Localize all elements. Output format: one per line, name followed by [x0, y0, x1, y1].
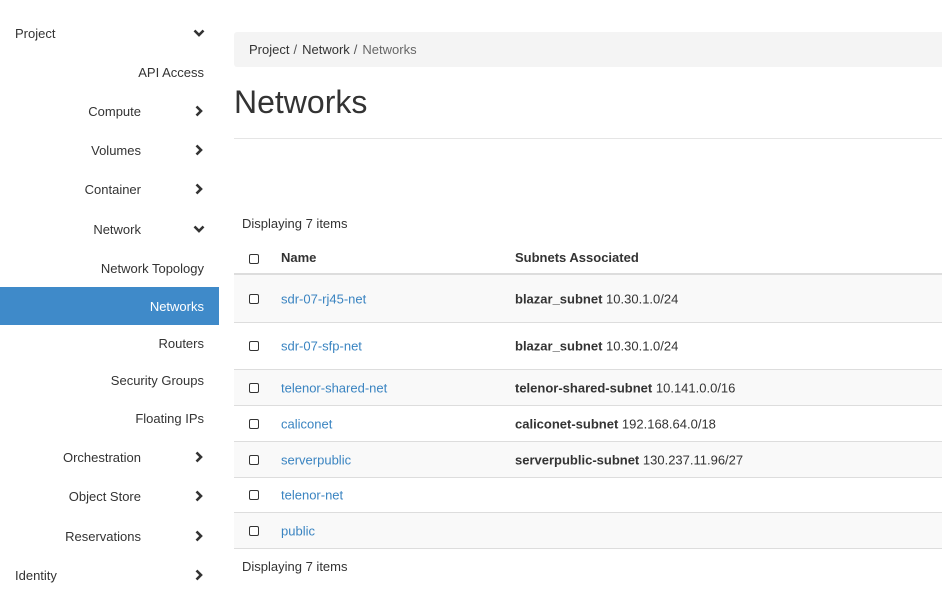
network-name-link[interactable]: caliconet — [281, 416, 332, 431]
sidebar-item-label: Object Store — [68, 488, 141, 504]
sidebar-nav: Project API Access Compute Volumes Conta… — [0, 0, 219, 607]
sidebar-item-object-store[interactable]: Object Store — [0, 477, 219, 515]
sidebar-item-routers[interactable]: Routers — [0, 324, 219, 362]
sidebar-item-label: Reservations — [65, 528, 141, 544]
sidebar-item-label: Volumes — [91, 142, 141, 158]
network-name-link[interactable]: sdr-07-sfp-net — [281, 339, 362, 354]
sidebar-item-label: API Access — [138, 64, 204, 80]
sidebar-item-project[interactable]: Project — [0, 14, 219, 52]
subnet-cell: serverpublic-subnet 130.237.11.96/27 — [515, 452, 743, 467]
breadcrumb: Project / Network / Networks — [234, 32, 942, 67]
sidebar-item-volumes[interactable]: Volumes — [0, 131, 219, 169]
subnet-cell: blazar_subnet 10.30.1.0/24 — [515, 339, 678, 354]
sidebar-item-reservations[interactable]: Reservations — [0, 517, 219, 555]
row-checkbox[interactable] — [249, 490, 259, 500]
subnet-cidr: 10.30.1.0/24 — [606, 291, 679, 306]
networks-table: Name Subnets Associated sdr-07-rj45-net … — [234, 240, 942, 549]
subnet-cidr: 10.30.1.0/24 — [606, 338, 679, 354]
row-checkbox[interactable] — [249, 525, 259, 536]
table-row: sdr-07-sfp-net blazar_subnet 10.30.1.0/2… — [234, 323, 942, 370]
chevron-right-icon — [193, 183, 205, 195]
chevron-right-icon — [193, 105, 205, 117]
breadcrumb-network[interactable]: Network — [302, 42, 350, 57]
table-row: public — [234, 513, 942, 549]
title-divider — [234, 138, 942, 139]
chevron-right-icon — [193, 451, 205, 463]
network-name-link[interactable]: telenor-net — [281, 488, 343, 503]
network-name-link[interactable]: telenor-shared-net — [281, 380, 387, 395]
sidebar-item-label: Routers — [158, 335, 204, 351]
breadcrumb-separator: / — [293, 42, 298, 57]
sidebar-item-label: Security Groups — [110, 372, 204, 388]
subnet-cidr: 192.168.64.0/18 — [621, 416, 716, 431]
item-count-bottom: Displaying 7 items — [242, 559, 348, 574]
sidebar-item-label: Orchestration — [62, 449, 141, 465]
column-header-name[interactable]: Name — [281, 250, 316, 265]
sidebar-item-label: Compute — [88, 103, 141, 119]
sidebar-item-label: Container — [84, 181, 141, 197]
sidebar-item-label: Project — [15, 25, 56, 41]
sidebar-item-label: Identity — [15, 567, 57, 583]
subnet-name: telenor-shared-subnet — [515, 380, 653, 395]
breadcrumb-current: Networks — [362, 42, 417, 57]
item-count-top: Displaying 7 items — [242, 216, 348, 231]
row-checkbox[interactable] — [249, 293, 259, 304]
sidebar-item-floating-ips[interactable]: Floating IPs — [0, 399, 219, 437]
sidebar-item-label: Networks — [149, 298, 204, 314]
breadcrumb-separator: / — [353, 42, 358, 57]
row-checkbox[interactable] — [249, 382, 259, 393]
sidebar-item-network[interactable]: Network — [0, 210, 219, 248]
sidebar-item-label: Network Topology — [100, 260, 204, 276]
column-header-subnets[interactable]: Subnets Associated — [515, 250, 639, 265]
row-checkbox[interactable] — [249, 341, 259, 351]
table-row: serverpublic serverpublic-subnet 130.237… — [234, 442, 942, 478]
subnet-cell: blazar_subnet 10.30.1.0/24 — [515, 291, 678, 306]
breadcrumb-project[interactable]: Project — [249, 42, 289, 57]
sidebar-item-security-groups[interactable]: Security Groups — [0, 361, 219, 399]
table-row: telenor-shared-net telenor-shared-subnet… — [234, 370, 942, 406]
sidebar-item-network-topology[interactable]: Network Topology — [0, 249, 219, 287]
subnet-cidr: 130.237.11.96/27 — [642, 452, 744, 467]
sidebar-item-networks[interactable]: Networks — [0, 287, 219, 325]
sidebar-item-identity[interactable]: Identity — [0, 556, 219, 594]
chevron-right-icon — [193, 144, 205, 156]
sidebar-item-orchestration[interactable]: Orchestration — [0, 438, 219, 476]
select-all-checkbox[interactable] — [249, 254, 259, 264]
subnet-cell: telenor-shared-subnet 10.141.0.0/16 — [515, 380, 735, 395]
chevron-right-icon — [193, 490, 205, 502]
sidebar-item-container[interactable]: Container — [0, 170, 219, 208]
chevron-down-icon — [193, 223, 205, 235]
page-title: Networks — [234, 84, 368, 120]
subnet-cidr: 10.141.0.0/16 — [655, 380, 736, 395]
row-checkbox[interactable] — [249, 454, 259, 465]
subnet-cell: caliconet-subnet 192.168.64.0/18 — [515, 416, 716, 431]
table-header: Name Subnets Associated — [234, 240, 942, 275]
sidebar-item-compute[interactable]: Compute — [0, 92, 219, 130]
table-row: telenor-net — [234, 478, 942, 513]
table-row: sdr-07-rj45-net blazar_subnet 10.30.1.0/… — [234, 275, 942, 323]
subnet-name: blazar_subnet — [515, 291, 603, 306]
chevron-down-icon — [193, 27, 205, 39]
table-row: caliconet caliconet-subnet 192.168.64.0/… — [234, 406, 942, 442]
network-name-link[interactable]: serverpublic — [281, 452, 351, 467]
subnet-name: serverpublic-subnet — [515, 452, 640, 467]
chevron-right-icon — [193, 530, 205, 542]
row-checkbox[interactable] — [249, 418, 259, 429]
chevron-right-icon — [193, 569, 205, 581]
subnet-name: caliconet-subnet — [515, 416, 619, 431]
network-name-link[interactable]: sdr-07-rj45-net — [281, 291, 366, 306]
sidebar-item-label: Floating IPs — [135, 410, 204, 426]
sidebar-item-api-access[interactable]: API Access — [0, 53, 219, 91]
subnet-name: blazar_subnet — [515, 338, 603, 354]
network-name-link[interactable]: public — [281, 523, 315, 538]
sidebar-item-label: Network — [93, 221, 141, 237]
